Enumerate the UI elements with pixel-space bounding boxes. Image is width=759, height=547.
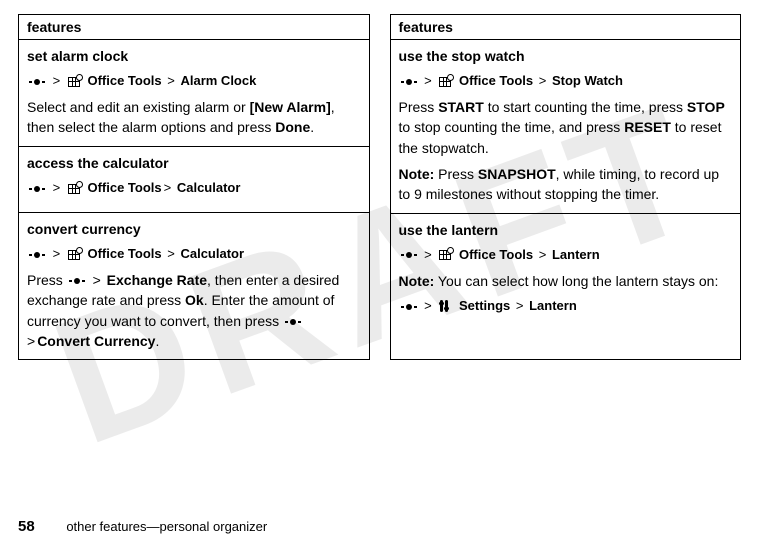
bold-text: Convert Currency xyxy=(37,333,155,349)
center-key-icon xyxy=(401,250,417,260)
path-category: Office Tools xyxy=(87,180,161,195)
path-separator: > xyxy=(87,272,107,288)
path-separator: > xyxy=(422,73,434,88)
path-category: Office Tools xyxy=(87,73,161,88)
office-tools-icon xyxy=(68,182,82,194)
path-item: Stop Watch xyxy=(552,73,623,88)
center-key-icon xyxy=(29,184,45,194)
feature-title: use the stop watch xyxy=(399,46,733,66)
feature-title: set alarm clock xyxy=(27,46,361,66)
text: . xyxy=(310,119,314,135)
path-separator: > xyxy=(514,298,529,313)
text: to stop counting the time, and press xyxy=(399,119,625,135)
path-category: Office Tools xyxy=(87,246,161,261)
office-tools-icon xyxy=(68,75,82,87)
path-item: Lantern xyxy=(552,247,600,262)
office-tools-icon xyxy=(68,248,82,260)
page-content: features set alarm clock > Office Tools … xyxy=(0,0,759,360)
path-category: Office Tools xyxy=(459,73,533,88)
bold-text: STOP xyxy=(687,99,725,115)
text: Press xyxy=(399,99,439,115)
settings-icon xyxy=(439,300,453,312)
page-footer: 58 other features—personal organizer xyxy=(18,518,267,535)
office-tools-icon xyxy=(439,248,453,260)
nav-path: > Office Tools > Calculator xyxy=(27,245,361,264)
feature-note: Note: You can select how long the lanter… xyxy=(399,271,733,291)
center-key-icon xyxy=(29,250,45,260)
center-key-icon xyxy=(401,77,417,87)
footer-text: other features—personal organizer xyxy=(66,519,267,534)
bold-text: Exchange Rate xyxy=(107,272,207,288)
text: Press xyxy=(434,166,478,182)
feature-body: Press START to start counting the time, … xyxy=(399,97,733,158)
path-item: Alarm Clock xyxy=(180,73,256,88)
note-label: Note: xyxy=(399,273,435,289)
feature-title: use the lantern xyxy=(399,220,733,240)
note-label: Note: xyxy=(399,166,435,182)
nav-path: > Office Tools > Stop Watch xyxy=(399,72,733,91)
feature-block: use the lantern > Office Tools > Lantern… xyxy=(391,214,741,330)
bold-text: START xyxy=(438,99,484,115)
column-header: features xyxy=(19,15,369,40)
path-separator: > xyxy=(51,246,63,261)
text: You can select how long the lantern stay… xyxy=(434,273,718,289)
path-separator: > xyxy=(51,73,63,88)
path-separator: > xyxy=(537,73,552,88)
column-header: features xyxy=(391,15,741,40)
feature-body: Select and edit an existing alarm or [Ne… xyxy=(27,97,361,138)
path-separator: > xyxy=(162,180,177,195)
left-column: features set alarm clock > Office Tools … xyxy=(18,14,370,360)
path-item: Calculator xyxy=(180,246,244,261)
nav-path: > Settings > Lantern xyxy=(399,297,733,316)
feature-block: use the stop watch > Office Tools > Stop… xyxy=(391,40,741,214)
text: Select and edit an existing alarm or xyxy=(27,99,250,115)
path-separator: > xyxy=(165,73,180,88)
text: Press xyxy=(27,272,67,288)
nav-path: > Office Tools > Alarm Clock xyxy=(27,72,361,91)
path-category: Settings xyxy=(459,298,510,313)
bold-text: RESET xyxy=(624,119,671,135)
right-column: features use the stop watch > Office Too… xyxy=(390,14,742,360)
center-key-icon xyxy=(401,302,417,312)
path-separator: > xyxy=(422,298,434,313)
path-item: Lantern xyxy=(529,298,577,313)
path-separator: > xyxy=(165,246,180,261)
path-separator: > xyxy=(537,247,552,262)
center-key-icon xyxy=(29,77,45,87)
path-separator: > xyxy=(51,180,63,195)
feature-note: Note: Press SNAPSHOT, while timing, to r… xyxy=(399,164,733,205)
path-item: Calculator xyxy=(177,180,241,195)
bold-text: Done xyxy=(275,119,310,135)
path-separator: > xyxy=(422,247,434,262)
bold-text: SNAPSHOT xyxy=(478,166,556,182)
page-number: 58 xyxy=(18,518,35,535)
nav-path: > Office Tools> Calculator xyxy=(27,179,361,198)
bold-text: [New Alarm] xyxy=(250,99,331,115)
text: to start counting the time, press xyxy=(484,99,687,115)
feature-block: convert currency > Office Tools > Calcul… xyxy=(19,213,369,359)
path-category: Office Tools xyxy=(459,247,533,262)
center-key-icon xyxy=(69,276,85,286)
feature-block: set alarm clock > Office Tools > Alarm C… xyxy=(19,40,369,147)
feature-body: Press > Exchange Rate, then enter a desi… xyxy=(27,270,361,351)
feature-title: convert currency xyxy=(27,219,361,239)
office-tools-icon xyxy=(439,75,453,87)
feature-title: access the calculator xyxy=(27,153,361,173)
bold-text: Ok xyxy=(185,292,204,308)
text: . xyxy=(155,333,159,349)
feature-block: access the calculator > Office Tools> Ca… xyxy=(19,147,369,213)
nav-path: > Office Tools > Lantern xyxy=(399,246,733,265)
center-key-icon xyxy=(285,317,301,327)
